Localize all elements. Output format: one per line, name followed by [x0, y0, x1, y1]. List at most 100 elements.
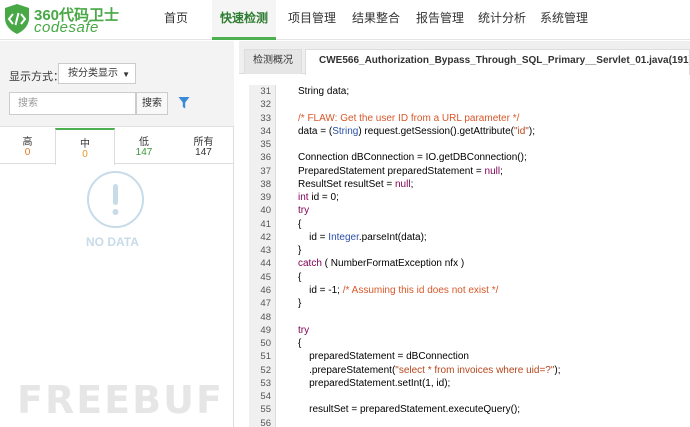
tab-source-file[interactable]: CWE566_Authorization_Bypass_Through_SQL_… [305, 49, 690, 75]
line-number: 56 [260, 417, 271, 427]
search-input[interactable]: 搜索 [9, 92, 136, 115]
tab-severity-low[interactable]: 低 147 [115, 128, 173, 164]
top-navbar: 360代码卫士 codesafe 首页 快速检测 项目管理 结果整合 报告管理 … [0, 0, 690, 40]
line-number: 46 [260, 284, 271, 296]
watermark: FREEBUF [17, 378, 224, 422]
code-text: PreparedStatement preparedStatement = nu… [298, 165, 503, 177]
code-text: /* FLAW: Get the user ID from a URL para… [298, 112, 520, 124]
code-line: 31 String data; [249, 85, 690, 98]
severity-count: 0 [24, 147, 31, 158]
line-number: 44 [260, 258, 271, 270]
tab-overview[interactable]: 检测概况 [244, 49, 302, 74]
line-number: 52 [260, 364, 271, 376]
severity-label: 中 [80, 139, 90, 150]
code-line: 40 try [249, 204, 690, 217]
nav-result-merge[interactable]: 结果整合 [348, 0, 404, 40]
code-line: 48 [249, 311, 690, 324]
code-lines: 31 String data; 32 33 /* FLAW: Get the user … [249, 85, 690, 427]
line-number: 48 [260, 311, 271, 323]
code-text: catch ( NumberFormatException nfx ) [298, 258, 465, 270]
severity-label: 低 [139, 137, 149, 148]
issues-toolbar: 显示方式： 按分类显示 ▼ 搜索 搜索 [0, 41, 234, 127]
line-number: 37 [260, 165, 271, 177]
line-number: 47 [260, 298, 271, 310]
code-text: { [298, 338, 302, 350]
line-number: 38 [260, 178, 271, 190]
line-number: 41 [260, 218, 271, 230]
tab-severity-medium[interactable]: 中 0 [55, 128, 115, 165]
code-text: .prepareStatement("select * from invoice… [298, 364, 561, 376]
display-mode-value: 按分类显示 [68, 68, 118, 79]
line-number: 33 [260, 112, 271, 124]
tab-severity-high[interactable]: 高 0 [0, 128, 55, 164]
line-number: 55 [260, 404, 271, 416]
code-text: preparedStatement.setInt(1, id); [298, 377, 451, 389]
filter-icon[interactable] [178, 96, 190, 110]
code-line: 38 ResultSet resultSet = null; [249, 178, 690, 191]
source-code-view[interactable]: 31 String data; 32 33 /* FLAW: Get the user … [249, 85, 690, 427]
code-text: try [298, 324, 310, 336]
line-number: 36 [260, 152, 271, 164]
severity-tabs: 高 0 中 0 低 147 所有 147 [0, 128, 234, 165]
code-text: data = (String) request.getSession().get… [298, 125, 535, 137]
code-line: 35 [249, 138, 690, 151]
line-number: 50 [260, 338, 271, 350]
severity-count: 147 [195, 147, 212, 158]
code-text: } [298, 298, 302, 310]
code-viewer-panel: 检测概况 CWE566_Authorization_Bypass_Through… [239, 41, 690, 427]
nav-system-management[interactable]: 系统管理 [536, 0, 592, 40]
line-number: 35 [260, 139, 271, 151]
code-text: String data; [298, 86, 350, 97]
line-number: 34 [260, 125, 271, 137]
nav-report-management[interactable]: 报告管理 [412, 0, 468, 40]
line-number: 32 [260, 99, 271, 111]
code-text: try [298, 205, 310, 217]
tab-file-name: CWE566_Authorization_Bypass_Through_SQL_… [319, 55, 690, 66]
code-line: 32 [249, 98, 690, 111]
code-text: id = -1; /* Assuming this id does not ex… [298, 284, 499, 296]
code-line: 54 [249, 390, 690, 403]
file-tabs: 检测概况 CWE566_Authorization_Bypass_Through… [239, 41, 690, 75]
nav-project-management[interactable]: 项目管理 [284, 0, 340, 40]
code-text: } [298, 245, 302, 257]
empty-state-icon [87, 171, 144, 228]
brand-logo[interactable]: 360代码卫士 codesafe [3, 3, 119, 37]
code-text: int id = 0; [298, 192, 339, 204]
severity-label: 所有 [193, 137, 214, 148]
line-number: 54 [260, 391, 271, 403]
nav-home[interactable]: 首页 [152, 0, 200, 40]
issues-panel: 显示方式： 按分类显示 ▼ 搜索 搜索 高 0 中 0 低 147 所有 147 [0, 41, 234, 427]
code-line: 33 /* FLAW: Get the user ID from a URL pa… [249, 112, 690, 125]
tab-severity-all[interactable]: 所有 147 [173, 128, 234, 164]
severity-label: 高 [22, 137, 33, 148]
chevron-down-icon: ▼ [122, 70, 130, 79]
severity-count: 0 [82, 149, 88, 160]
code-text: id = Integer.parseInt(data); [298, 231, 427, 243]
line-number: 31 [260, 86, 271, 97]
line-number: 39 [260, 192, 271, 204]
search-button[interactable]: 搜索 [136, 92, 168, 115]
display-mode-select[interactable]: 按分类显示 ▼ [58, 63, 136, 84]
code-line: 55 resultSet = preparedStatement.execute… [249, 403, 690, 416]
code-line: 51 preparedStatement = dBConnection [249, 350, 690, 363]
line-number: 43 [260, 245, 271, 257]
nav-quick-scan[interactable]: 快速检测 [212, 0, 276, 40]
code-text: Connection dBConnection = IO.getDBConnec… [298, 152, 527, 164]
brand-name-en: codesafe [34, 19, 99, 36]
code-text: { [298, 271, 302, 283]
code-line: 41 { [249, 218, 690, 231]
line-number: 40 [260, 205, 271, 217]
code-line: 39 int id = 0; [249, 191, 690, 204]
code-line: 34 data = (String) request.getSession().g… [249, 125, 690, 138]
code-line: 46 id = -1; /* Assuming this id does not… [249, 284, 690, 297]
code-line: 47} [249, 297, 690, 310]
display-mode-label: 显示方式： [9, 71, 64, 83]
code-line: 56 [249, 417, 690, 427]
code-text: ResultSet resultSet = null; [298, 178, 414, 190]
code-line: 37 PreparedStatement preparedStatement = … [249, 165, 690, 178]
line-number: 42 [260, 231, 271, 243]
code-line: 45 { [249, 271, 690, 284]
code-line: 43} [249, 244, 690, 257]
line-number: 51 [260, 351, 271, 363]
nav-statistics[interactable]: 统计分析 [474, 0, 530, 40]
